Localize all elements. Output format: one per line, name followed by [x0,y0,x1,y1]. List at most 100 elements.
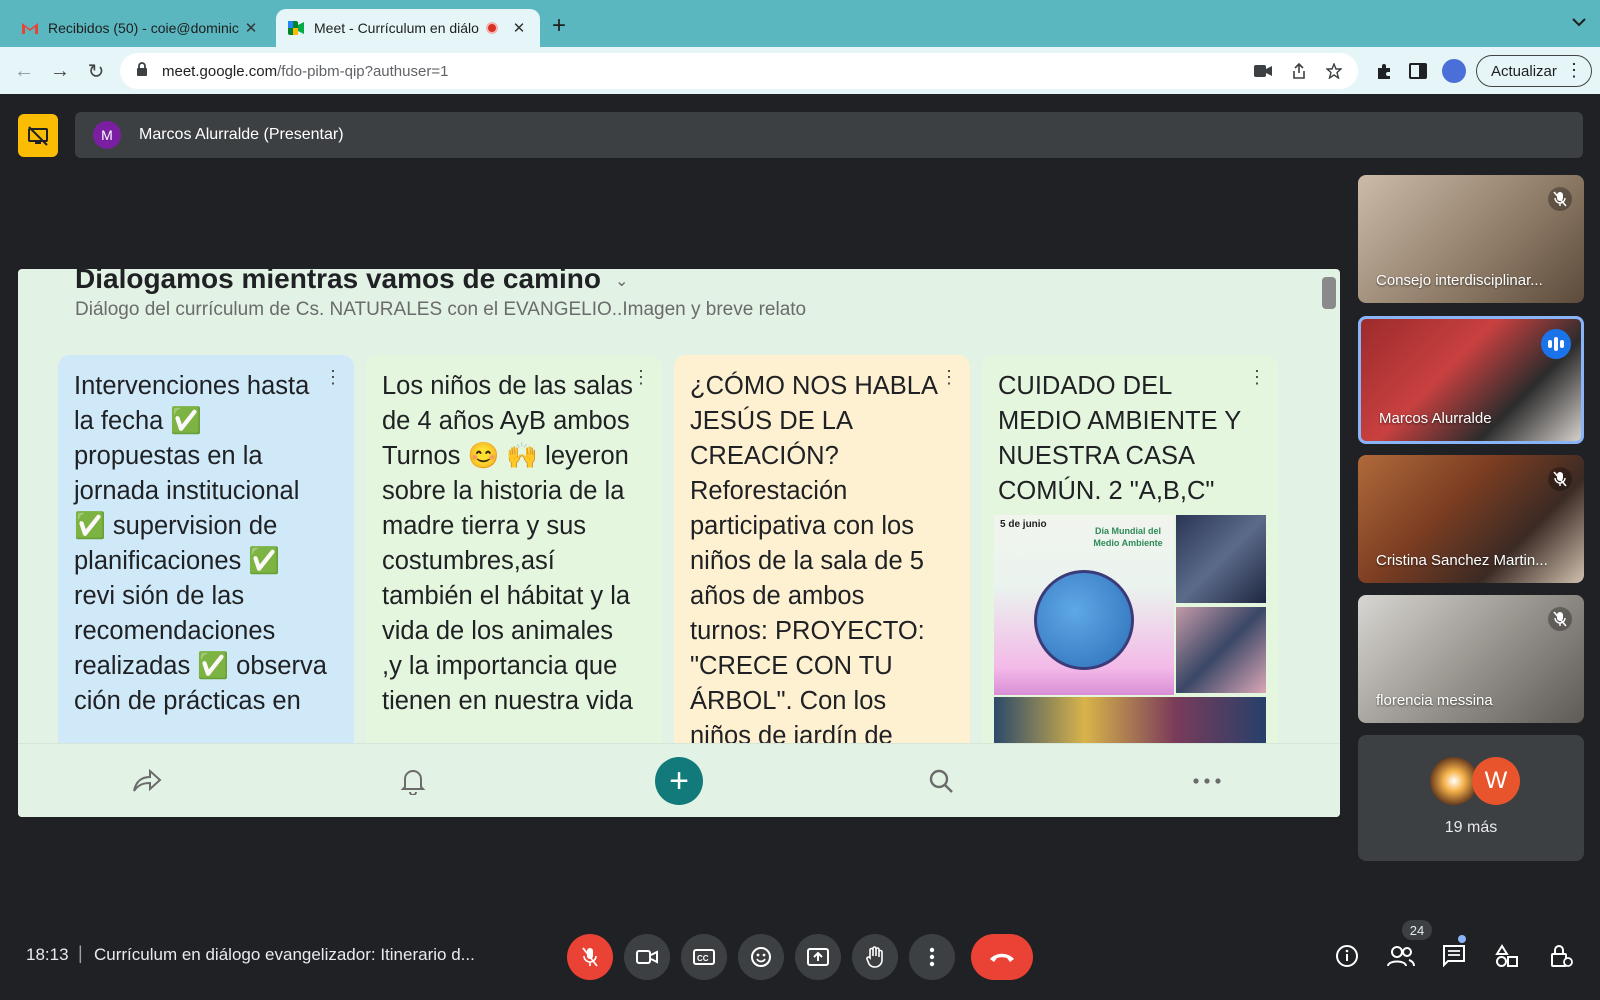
bell-icon[interactable] [396,764,430,798]
url-host: meet.google.com [162,62,278,80]
tab-meet[interactable]: Meet - Currículum en diálo ✕ [276,9,540,47]
more-vert-icon[interactable]: ⋮ [1248,367,1266,388]
star-icon[interactable] [1326,53,1342,89]
post-text: ¿CÓMO NOS HABLA JESÚS DE LA CREACIÓN? Re… [690,372,937,750]
meet-icon [288,20,304,36]
more-participants-tile[interactable]: W 19 más [1358,735,1584,861]
extensions-icon[interactable] [1372,59,1396,83]
info-icon[interactable] [1332,941,1362,971]
meeting-title: Currículum en diálogo evangelizador: Iti… [94,945,475,964]
more-vert-icon[interactable]: ⋮ [632,367,650,388]
speaking-icon [1541,329,1571,359]
participant-name: Cristina Sanchez Martin... [1376,552,1548,569]
more-vert-icon: ⋮ [1565,60,1583,80]
new-tab-button[interactable]: + [552,12,566,40]
present-button[interactable] [795,934,841,980]
post-text: CUIDADO DEL MEDIO AMBIENTE Y NUESTRA CAS… [998,372,1241,505]
clock: 18:13 [26,945,69,964]
participant-tile[interactable]: Cristina Sanchez Martin... [1358,455,1584,583]
tab-title: Recibidos (50) - coie@dominic [48,20,239,36]
board-title-text: Dialogamos mientras vamos de camino [75,269,601,294]
avatar: M [93,121,121,149]
lock-icon [136,62,150,80]
mic-toggle-button[interactable] [567,934,613,980]
post-text: Los niños de las salas de 4 años AyB amb… [382,372,633,715]
unread-indicator [1458,935,1466,943]
side-panel-icon[interactable] [1406,59,1430,83]
svg-text:CC: CC [697,954,709,963]
post-card[interactable]: ⋮ Intervenciones hasta la fecha ✅ propue… [58,355,354,755]
post-card[interactable]: ⋮ CUIDADO DEL MEDIO AMBIENTE Y NUESTRA C… [982,355,1278,755]
tab-gmail[interactable]: Recibidos (50) - coie@dominic ✕ [10,9,272,47]
camera-icon[interactable] [1254,53,1272,89]
more-avatars: W [1430,757,1520,805]
chevron-down-icon[interactable]: ⌄ [615,273,628,290]
chevron-down-icon[interactable] [1572,14,1586,30]
board-toolbar: + [18,743,1340,817]
gmail-icon [22,20,38,36]
photo [1176,607,1266,693]
activities-icon[interactable] [1492,941,1522,971]
forward-icon[interactable]: → [46,57,74,85]
close-icon[interactable]: ✕ [510,19,528,37]
participant-tile[interactable]: Marcos Alurralde [1358,316,1584,444]
update-label: Actualizar [1491,62,1557,80]
participant-tile[interactable]: Consejo interdisciplinar... [1358,175,1584,303]
leave-call-button[interactable] [971,934,1033,980]
stop-presenting-icon[interactable] [18,114,58,157]
share-icon[interactable] [130,764,164,798]
host-controls-icon[interactable] [1546,941,1576,971]
update-button[interactable]: Actualizar ⋮ [1476,55,1592,87]
chat-icon[interactable] [1439,941,1469,971]
participant-tile[interactable]: florencia messina [1358,595,1584,723]
participant-name: Marcos Alurralde [1379,410,1492,427]
avatar: W [1472,757,1520,805]
emoji-button[interactable] [738,934,784,980]
back-icon[interactable]: ← [10,57,38,85]
avatar [1430,757,1478,805]
participant-name: florencia messina [1376,692,1493,709]
share-icon[interactable] [1292,53,1306,89]
browser-toolbar: ← → ↻ meet.google.com/fdo-pibm-qip?authu… [0,47,1600,94]
photo [1176,515,1266,603]
reload-icon[interactable]: ↻ [82,57,110,85]
url-path: /fdo-pibm-qip?authuser=1 [277,62,449,80]
presenter-bar: M Marcos Alurralde (Presentar) [75,112,1583,158]
more-vert-icon[interactable]: ⋮ [940,367,958,388]
close-icon[interactable]: ✕ [242,19,260,37]
captions-button[interactable]: CC [681,934,727,980]
more-participants-label: 19 más [1444,819,1498,836]
profile-avatar[interactable] [1442,59,1466,83]
mic-off-icon [1548,187,1572,211]
presentation-stage: Dialogamos mientras vamos de camino ⌄ Diá… [18,269,1340,817]
more-vert-icon[interactable]: ⋮ [324,367,342,388]
board-title[interactable]: Dialogamos mientras vamos de camino ⌄ [75,269,628,295]
image-caption: Día Mundial del Medio Ambiente [1093,526,1163,548]
post-card[interactable]: ⋮ Los niños de las salas de 4 años AyB a… [366,355,662,755]
mic-off-icon [1548,467,1572,491]
board-subtitle: Diálogo del currículum de Cs. NATURALES … [75,299,807,320]
divider: | [78,943,83,963]
image-date: 5 de junio [1000,519,1047,530]
post-card[interactable]: ⋮ ¿CÓMO NOS HABLA JESÚS DE LA CREACIÓN? … [674,355,970,755]
search-icon[interactable] [924,764,958,798]
post-text: Intervenciones hasta la fecha ✅ propuest… [74,372,327,715]
browser-tabbar: Recibidos (50) - coie@dominic ✕ Meet - C… [0,0,1600,47]
raise-hand-button[interactable] [852,934,898,980]
tab-title: Meet - Currículum en diálo [314,20,479,36]
presenter-label: Marcos Alurralde (Presentar) [139,126,344,143]
scrollbar[interactable] [1322,277,1336,309]
participant-count-badge: 24 [1402,920,1432,940]
address-bar[interactable]: meet.google.com/fdo-pibm-qip?authuser=1 [120,53,1358,89]
mic-off-icon [1548,607,1572,631]
camera-toggle-button[interactable] [624,934,670,980]
globe-icon [1034,570,1134,670]
people-icon[interactable] [1386,941,1416,971]
more-horiz-icon[interactable] [1190,764,1224,798]
post-image[interactable]: 5 de junio Día Mundial del Medio Ambient… [994,515,1266,755]
environment-day-image: 5 de junio Día Mundial del Medio Ambient… [994,515,1174,695]
more-options-button[interactable] [909,934,955,980]
recording-icon [486,22,498,34]
add-post-button[interactable]: + [655,757,703,805]
participant-name: Consejo interdisciplinar... [1376,272,1543,289]
